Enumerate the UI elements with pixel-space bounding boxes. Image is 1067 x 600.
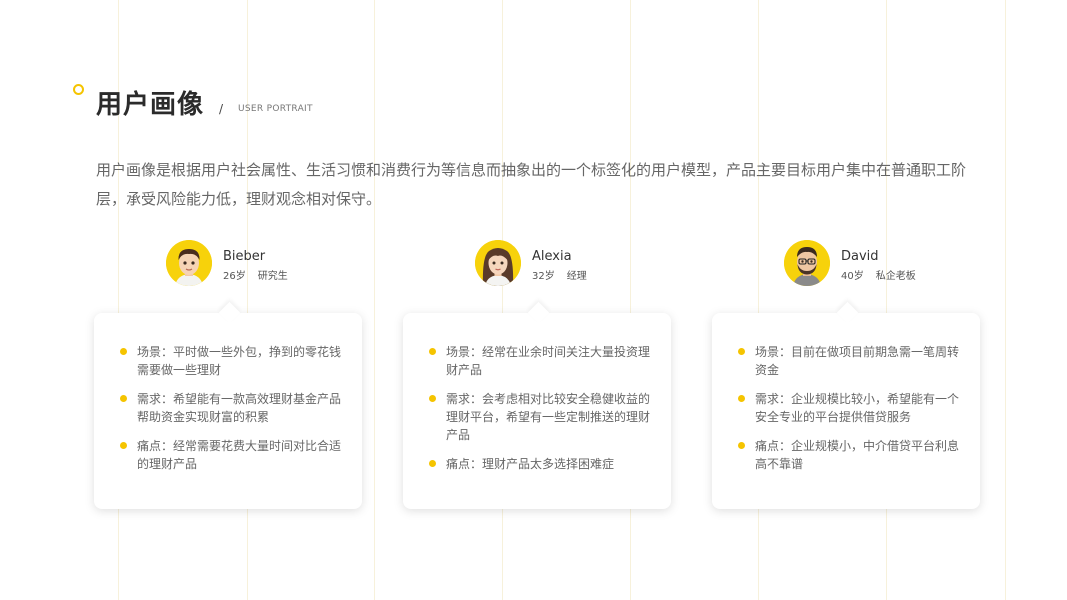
persona-bieber: Bieber 26岁 研究生 场景：平时做一些外包，挣到的零花钱需要做一些理财 需… [94, 240, 364, 512]
card-pointer [527, 301, 550, 324]
bullet-dot-icon [429, 395, 436, 402]
list-item: 场景：目前在做项目前期急需一笔周转资金 [738, 343, 960, 379]
list-item: 痛点：经常需要花费大量时间对比合适的理财产品 [120, 437, 342, 473]
list-item: 需求：会考虑相对比较安全稳健收益的理财平台，希望有一些定制推送的理财产品 [429, 390, 651, 444]
pain-point-text: 痛点：理财产品太多选择困难症 [446, 457, 615, 471]
pain-point-text: 痛点：经常需要花费大量时间对比合适的理财产品 [137, 439, 342, 471]
card-pointer [836, 301, 859, 324]
persona-item-list: 场景：经常在业余时间关注大量投资理财产品 需求：会考虑相对比较安全稳健收益的理财… [429, 343, 651, 484]
page-subtitle: USER PORTRAIT [238, 104, 313, 114]
persona-meta: 26岁 研究生 [223, 267, 288, 282]
persona-age: 40岁 [841, 271, 864, 282]
persona-job: 私企老板 [875, 271, 916, 282]
persona-card: 场景：平时做一些外包，挣到的零花钱需要做一些理财 需求：希望能有一款高效理财基金… [94, 301, 362, 509]
bullet-dot-icon [120, 348, 127, 355]
persona-item-list: 场景：目前在做项目前期急需一笔周转资金 需求：企业规模比较小，希望能有一个安全专… [738, 343, 960, 484]
persona-alexia: Alexia 32岁 经理 场景：经常在业余时间关注大量投资理财产品 需求：会考虑… [403, 240, 673, 512]
intro-paragraph: 用户画像是根据用户社会属性、生活习惯和消费行为等信息而抽象出的一个标签化的用户模… [96, 161, 967, 208]
pain-point-text: 痛点：企业规模小，中介借贷平台利息高不靠谱 [755, 439, 960, 471]
list-item: 痛点：理财产品太多选择困难症 [429, 455, 651, 473]
title-separator: / [219, 102, 224, 116]
bullet-dot-icon [429, 460, 436, 467]
page-title: 用户画像 [96, 90, 205, 120]
background-guide-line [1005, 0, 1006, 600]
bullet-dot-icon [738, 442, 745, 449]
bullet-dot-icon [120, 395, 127, 402]
persona-name: David [841, 249, 879, 264]
persona-card: 场景：目前在做项目前期急需一笔周转资金 需求：企业规模比较小，希望能有一个安全专… [712, 301, 980, 509]
list-item: 痛点：企业规模小，中介借贷平台利息高不靠谱 [738, 437, 960, 473]
card-pointer [218, 301, 241, 324]
need-text: 需求：会考虑相对比较安全稳健收益的理财平台，希望有一些定制推送的理财产品 [446, 392, 651, 442]
list-item: 需求：希望能有一款高效理财基金产品帮助资金实现财富的积累 [120, 390, 342, 426]
title-ring-icon [73, 84, 84, 95]
persona-job: 经理 [566, 271, 587, 282]
persona-card: 场景：经常在业余时间关注大量投资理财产品 需求：会考虑相对比较安全稳健收益的理财… [403, 301, 671, 509]
persona-david: David 40岁 私企老板 场景：目前在做项目前期急需一笔周转资金 需求：企业规… [712, 240, 982, 512]
persona-name: Alexia [532, 249, 572, 264]
female-avatar-icon [475, 240, 521, 286]
bearded-male-avatar-icon [784, 240, 830, 286]
persona-age: 26岁 [223, 271, 246, 282]
scene-text: 场景：平时做一些外包，挣到的零花钱需要做一些理财 [137, 345, 342, 377]
bullet-dot-icon [738, 395, 745, 402]
scene-text: 场景：目前在做项目前期急需一笔周转资金 [755, 345, 960, 377]
scene-text: 场景：经常在业余时间关注大量投资理财产品 [446, 345, 651, 377]
need-text: 需求：企业规模比较小，希望能有一个安全专业的平台提供借贷服务 [755, 392, 960, 424]
persona-name: Bieber [223, 249, 266, 264]
persona-meta: 32岁 经理 [532, 267, 587, 282]
bullet-dot-icon [738, 348, 745, 355]
background-guide-line [374, 0, 375, 600]
persona-meta: 40岁 私企老板 [841, 267, 916, 282]
bullet-dot-icon [429, 348, 436, 355]
list-item: 场景：平时做一些外包，挣到的零花钱需要做一些理财 [120, 343, 342, 379]
need-text: 需求：希望能有一款高效理财基金产品帮助资金实现财富的积累 [137, 392, 342, 424]
persona-job: 研究生 [257, 271, 288, 282]
list-item: 需求：企业规模比较小，希望能有一个安全专业的平台提供借贷服务 [738, 390, 960, 426]
list-item: 场景：经常在业余时间关注大量投资理财产品 [429, 343, 651, 379]
persona-item-list: 场景：平时做一些外包，挣到的零花钱需要做一些理财 需求：希望能有一款高效理财基金… [120, 343, 342, 484]
bullet-dot-icon [120, 442, 127, 449]
persona-age: 32岁 [532, 271, 555, 282]
male-avatar-icon [166, 240, 212, 286]
